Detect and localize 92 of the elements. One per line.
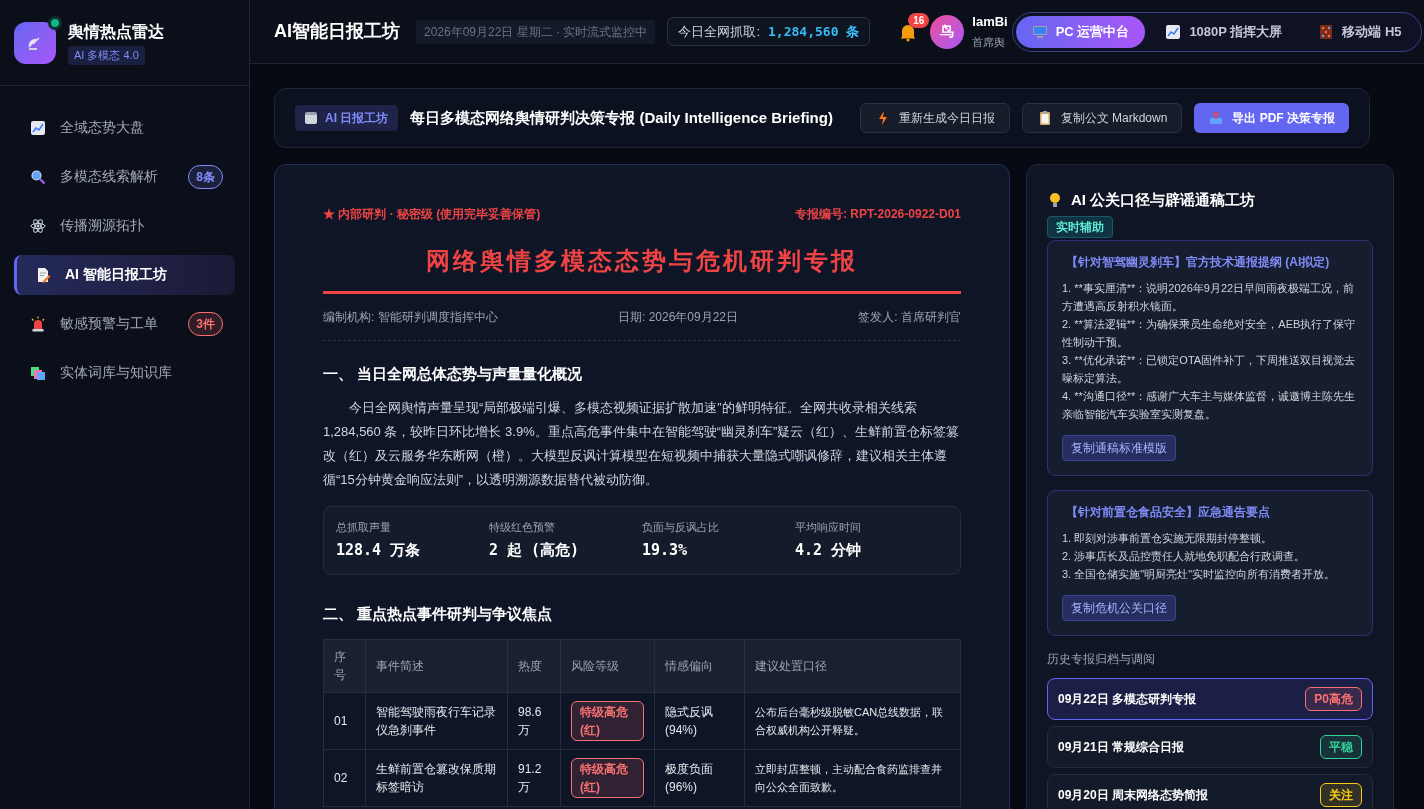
notification-badge: 16 <box>908 12 930 28</box>
column-header: 建议处置口径 <box>744 639 961 693</box>
report-title: 网络舆情多模态态势与危机研判专报 <box>323 243 961 294</box>
draft-title: 【针对前置仓食品安全】应急通告要点 <box>1065 503 1271 521</box>
status-tag: P0高危 <box>1305 686 1362 711</box>
stat-value: 4.2 分钟 <box>795 540 863 561</box>
table-cell: 极度负面 (96%) <box>654 749 745 807</box>
copy-button[interactable]: 复制危机公关口径 <box>1062 594 1176 621</box>
table-cell: 公布后台毫秒级脱敏CAN总线数据，联合权威机构公开释疑。 <box>744 692 961 750</box>
sidebar-item[interactable]: 敏感预警与工单 3件 <box>14 303 235 344</box>
monitor-icon <box>1031 23 1048 40</box>
risk-tag: 特级高危 (红) <box>571 758 644 798</box>
view-tab[interactable]: 1080P 指挥大屏 <box>1149 15 1299 48</box>
siren-icon <box>30 315 46 332</box>
stat-label: 总抓取声量 <box>336 519 392 535</box>
history-item[interactable]: 09月22日 多模态研判专报 P0高危 <box>1047 677 1373 720</box>
history-item[interactable]: 09月20日 周末网络态势简报 关注 <box>1047 773 1373 809</box>
draft-line: 1. 即刻对涉事前置仓实施无限期封停整顿。 <box>1062 530 1274 546</box>
section-heading: 二、 重点热点事件研判与争议焦点 <box>323 603 554 624</box>
toolbar-button[interactable]: 重新生成今日日报 <box>859 103 1010 133</box>
status-tag: 关注 <box>1320 782 1362 807</box>
outbox-icon <box>1208 110 1225 126</box>
draft-line: 4. **沟通口径**：感谢广大车主与媒体监督，诚邀博主陈先生亲临智能汽车实验室实测复盘。 <box>1062 388 1357 422</box>
table-cell: 98.6 万 <box>507 692 561 750</box>
count-badge: 8条 <box>188 164 223 189</box>
status-tag: 平稳 <box>1320 734 1362 759</box>
column-header: 事件简述 <box>365 639 508 693</box>
table-cell: 立即封店整顿，主动配合食药监排查并向公众全面致歉。 <box>744 749 961 807</box>
table-cell: 隐式反讽 (94%) <box>654 692 745 750</box>
sidebar-item[interactable]: 全域态势大盘 <box>14 107 235 148</box>
newspaper-icon <box>305 112 317 124</box>
column-header: 风险等级 <box>560 639 655 693</box>
version-tag: AI 多模态 4.0 <box>68 46 145 65</box>
draft-title: 【针对智驾幽灵刹车】官方技术通报提纲 (AI拟定) <box>1065 253 1331 271</box>
history-item[interactable]: 09月21日 常规综合日报 平稳 <box>1047 725 1373 768</box>
report-number: 专报编号: RPT-2026-0922-D01 <box>794 206 961 223</box>
toolbar-title: 每日多模态网络舆情研判决策专报 (Daily Intelligence Briefing) <box>410 107 834 128</box>
capture-counter: 今日全网抓取: 1,284,560 条 <box>667 16 871 47</box>
section-heading: 一、 当日全网总体态势与声量量化概况 <box>323 364 584 384</box>
abacus-icon <box>1318 23 1335 40</box>
memo-icon <box>35 266 51 283</box>
stat-label: 平均响应时间 <box>795 519 862 535</box>
report-meta: 签发人: 首席研判官 <box>858 309 961 326</box>
sidebar-item[interactable]: 实体词库与知识库 <box>14 352 235 393</box>
stat-value: 2 起 (高危) <box>489 540 581 561</box>
page-title: AI智能日报工坊 <box>274 20 400 43</box>
history-heading: 历史专报归档与调阅 <box>1047 650 1156 668</box>
draft-line: 1. **事实厘清**：说明2026年9月22日早间雨夜极端工况，前方遭遇高反射积水镜面。 <box>1062 280 1356 314</box>
draft-line: 2. 涉事店长及品控责任人就地免职配合行政调查。 <box>1062 548 1307 564</box>
books-icon <box>30 364 46 381</box>
sidebar-item[interactable]: 传播溯源拓扑 <box>14 205 235 246</box>
table-cell: 02 <box>323 749 366 807</box>
view-tab[interactable]: 移动端 H5 <box>1302 15 1418 48</box>
sidebar-item[interactable]: 多模态线索解析 8条 <box>14 156 235 197</box>
user-avatar: 鸟 <box>930 14 965 49</box>
toolbar-button[interactable]: 复制公文 Markdown <box>1021 103 1183 133</box>
table-cell: 91.2 万 <box>507 749 561 807</box>
atom-icon <box>30 217 46 234</box>
chart-icon <box>30 119 46 136</box>
panel-title: AI 公关口径与辟谣通稿工坊 <box>1071 190 1256 210</box>
date-label: 2026年09月22日 星期二 · 实时流式监控中 <box>416 19 656 44</box>
lightbulb-icon <box>1047 192 1063 209</box>
draft-line: 2. **算法逻辑**：为确保乘员生命绝对安全，AEB执行了保守性制动干预。 <box>1062 316 1357 350</box>
app-title: 舆情热点雷达 <box>68 22 164 42</box>
risk-tag: 特级高危 (红) <box>571 701 644 741</box>
table-cell: 01 <box>323 692 366 750</box>
stat-value: 128.4 万条 <box>336 540 422 561</box>
draft-line: 3. **优化承诺**：已锁定OTA固件补丁，下周推送双目视觉去噪标定算法。 <box>1062 352 1357 386</box>
view-tab[interactable]: PC 运营中台 <box>1015 15 1146 48</box>
table-cell: 生鲜前置仓篡改保质期标签暗访 <box>365 749 508 807</box>
copy-button[interactable]: 复制通稿标准模版 <box>1062 434 1176 461</box>
status-tag: 实时辅助 <box>1047 215 1113 238</box>
report-meta: 编制机构: 智能研判调度指挥中心 <box>323 309 498 326</box>
summary-paragraph: 今日全网舆情声量呈现“局部极端引爆、多模态视频证据扩散加速”的鲜明特征。全网共收录相关线索 1,284,560 条，较昨日环比增长 3.9%。重点高危事件集中在智能驾驶“幽灵刹车”疑云（红）、生鲜前置仓标签篡改（红）及云服务华东断网（橙）。大模型反讽计算模型在短视频中捕获大量隐式嘲讽修辞，建议相关主体遵循“15分钟黄金响应法则”，以透明溯源数据替代被动防御。 <box>323 398 961 489</box>
toolbar-button[interactable]: 导出 PDF 决策专报 <box>1194 103 1349 133</box>
column-header: 情感偏向 <box>654 639 745 693</box>
table-cell: 智能驾驶雨夜行车记录仪急刹事件 <box>365 692 508 750</box>
stat-value: 19.3% <box>642 540 689 561</box>
classification-label: ★ 内部研判 · 秘密级 (使用完毕妥善保管) <box>323 206 541 223</box>
stat-label: 特级红色预警 <box>489 519 556 535</box>
sidebar-item[interactable]: AI 智能日报工坊 <box>14 254 235 295</box>
magnifier-icon <box>30 168 46 185</box>
stat-label: 负面与反讽占比 <box>642 519 720 535</box>
count-badge: 3件 <box>188 311 223 336</box>
column-header: 热度 <box>507 639 561 693</box>
user-role: 首席舆 <box>972 34 1007 50</box>
chart-icon <box>1165 23 1182 40</box>
report-meta: 日期: 2026年09月22日 <box>617 309 739 326</box>
user-name: IamBi <box>972 13 1008 30</box>
toolbar-tag: AI 日报工坊 <box>295 105 399 131</box>
column-header: 序号 <box>323 639 366 693</box>
draft-line: 3. 全国仓储实施"明厨亮灶"实时监控向所有消费者开放。 <box>1062 566 1337 582</box>
